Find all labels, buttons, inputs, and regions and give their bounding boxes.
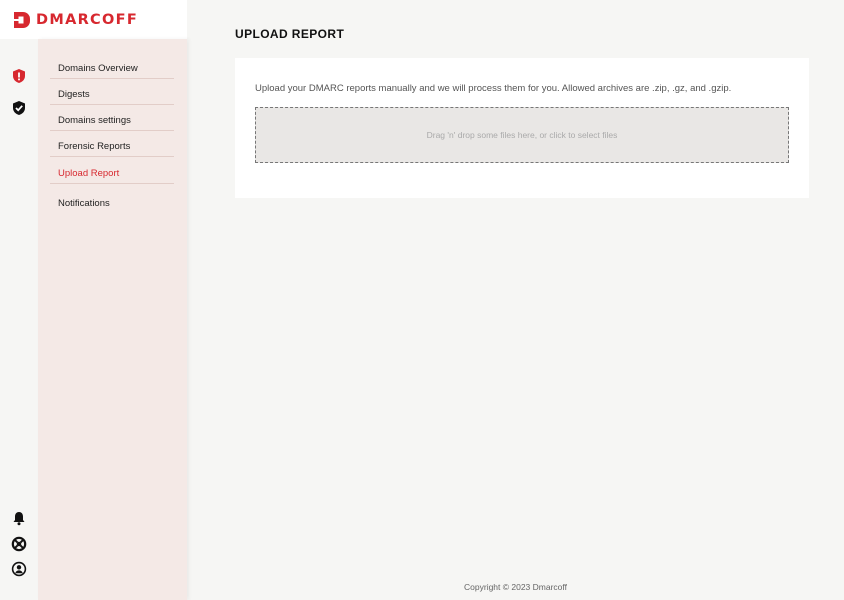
- sidebar-item-domains-settings[interactable]: Domains settings: [50, 115, 174, 131]
- sidebar-item-label: Forensic Reports: [58, 141, 131, 152]
- sidebar: Domains Overview Digests Domains setting…: [38, 39, 187, 600]
- icon-rail: [0, 39, 38, 600]
- sidebar-item-digests[interactable]: Digests: [50, 89, 174, 105]
- dropzone-hint: Drag 'n' drop some files here, or click …: [426, 130, 618, 140]
- sidebar-item-label: Domains Overview: [58, 63, 138, 74]
- sidebar-item-label: Upload Report: [58, 168, 120, 179]
- brand-header: DMARCOFF: [0, 0, 187, 39]
- upload-card: Upload your DMARC reports manually and w…: [235, 58, 809, 198]
- sidebar-item-notifications[interactable]: Notifications: [50, 198, 174, 213]
- sidebar-item-label: Digests: [58, 89, 90, 100]
- lifebuoy-icon[interactable]: [11, 536, 27, 552]
- upload-description: Upload your DMARC reports manually and w…: [255, 83, 732, 94]
- file-dropzone[interactable]: Drag 'n' drop some files here, or click …: [255, 107, 789, 163]
- sidebar-item-label: Domains settings: [58, 115, 131, 126]
- bell-icon[interactable]: [11, 510, 27, 526]
- dmarcoff-logo-icon: [14, 11, 30, 28]
- sidebar-item-upload-report[interactable]: Upload Report: [50, 168, 174, 184]
- main-content: UPLOAD REPORT Upload your DMARC reports …: [187, 0, 844, 600]
- shield-check-icon[interactable]: [11, 100, 27, 116]
- user-circle-icon[interactable]: [11, 561, 27, 577]
- page-title: UPLOAD REPORT: [235, 27, 345, 41]
- sidebar-item-domains-overview[interactable]: Domains Overview: [50, 63, 174, 79]
- sidebar-item-label: Notifications: [58, 198, 110, 209]
- footer-copyright: Copyright © 2023 Dmarcoff: [464, 582, 567, 592]
- sidebar-item-forensic-reports[interactable]: Forensic Reports: [50, 141, 174, 157]
- brand-name: DMARCOFF: [36, 11, 139, 28]
- logo[interactable]: DMARCOFF: [13, 11, 138, 29]
- shield-alert-icon[interactable]: [11, 68, 27, 84]
